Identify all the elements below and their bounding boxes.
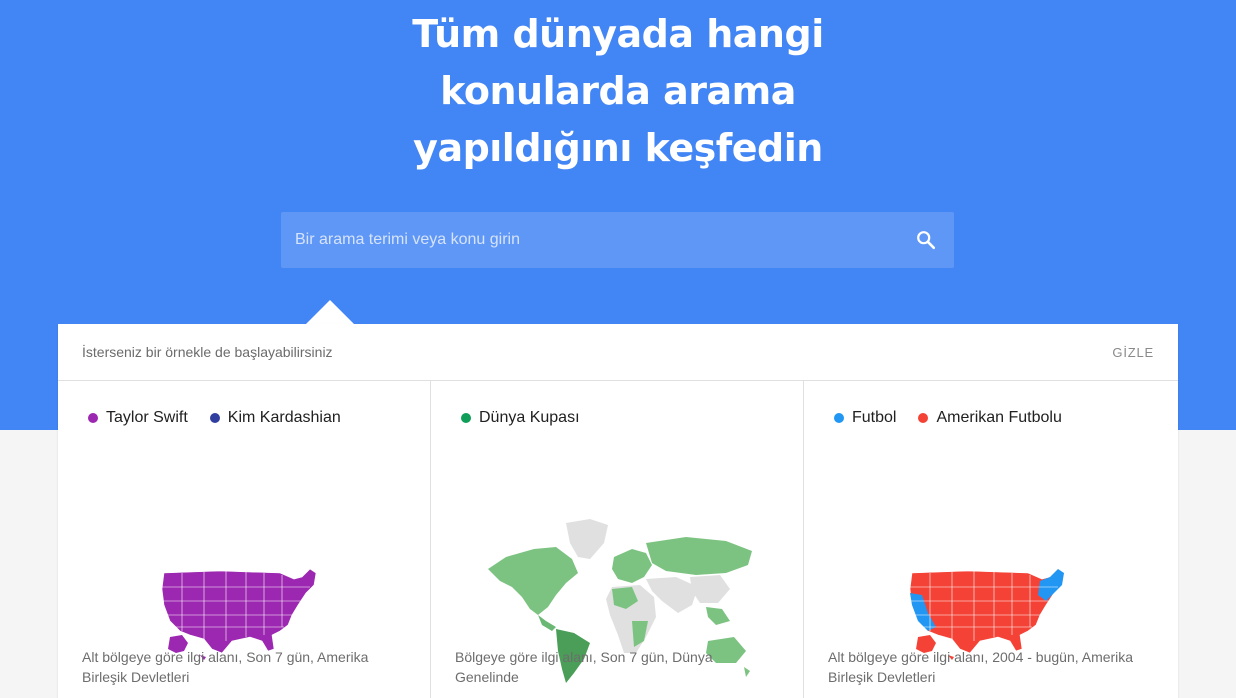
search-input[interactable] <box>295 231 912 249</box>
legend-dot <box>88 413 98 423</box>
search-button[interactable] <box>912 226 940 254</box>
legend-label: Kim Kardashian <box>227 409 341 426</box>
example-card-football[interactable]: Futbol Amerikan Futbolu Alt bölgeye göre… <box>804 381 1178 698</box>
examples-intro: İsterseniz bir örnekle de başlayabilirsi… <box>82 344 333 360</box>
legend-item: Amerikan Futbolu <box>918 409 1062 427</box>
hero-title-line: yapıldığını keşfedin <box>413 126 823 170</box>
legend: Taylor Swift Kim Kardashian <box>88 409 341 427</box>
legend-dot <box>461 413 471 423</box>
legend-label: Futbol <box>852 409 897 426</box>
legend-label: Taylor Swift <box>106 409 188 426</box>
legend-label: Dünya Kupası <box>479 409 580 426</box>
legend-item: Kim Kardashian <box>209 409 341 427</box>
search-icon <box>917 231 936 250</box>
hero-title-line: konularda arama <box>440 69 796 113</box>
example-cards: Taylor Swift Kim Kardashian Alt bölgeye … <box>58 381 1178 698</box>
legend-item: Dünya Kupası <box>461 409 580 427</box>
example-card-world-cup[interactable]: Dünya Kupası Bölgeye göre ilgi alanı, So… <box>431 381 804 698</box>
legend: Futbol Amerikan Futbolu <box>834 409 1062 427</box>
example-card-taylor-kim[interactable]: Taylor Swift Kim Kardashian Alt bölgeye … <box>58 381 431 698</box>
legend-item: Futbol <box>834 409 896 427</box>
examples-panel: İsterseniz bir örnekle de başlayabilirsi… <box>58 324 1178 698</box>
hero-title: Tüm dünyada hangi konularda arama yapıld… <box>0 6 1236 177</box>
legend-dot <box>834 413 844 423</box>
legend-item: Taylor Swift <box>88 409 188 427</box>
panel-pointer <box>306 300 354 324</box>
hero-title-line: Tüm dünyada hangi <box>412 12 824 56</box>
legend-label: Amerikan Futbolu <box>936 409 1062 426</box>
card-caption: Alt bölgeye göre ilgi alanı, Son 7 gün, … <box>82 649 369 685</box>
examples-header: İsterseniz bir örnekle de başlayabilirsi… <box>58 324 1178 381</box>
legend: Dünya Kupası <box>461 409 580 427</box>
search-box <box>281 212 954 268</box>
card-caption: Bölgeye göre ilgi alanı, Son 7 gün, Düny… <box>455 649 713 685</box>
card-caption: Alt bölgeye göre ilgi alanı, 2004 - bugü… <box>828 649 1134 685</box>
legend-dot <box>918 413 929 423</box>
legend-dot <box>209 413 220 423</box>
hide-button[interactable]: GİZLE <box>1112 345 1154 360</box>
